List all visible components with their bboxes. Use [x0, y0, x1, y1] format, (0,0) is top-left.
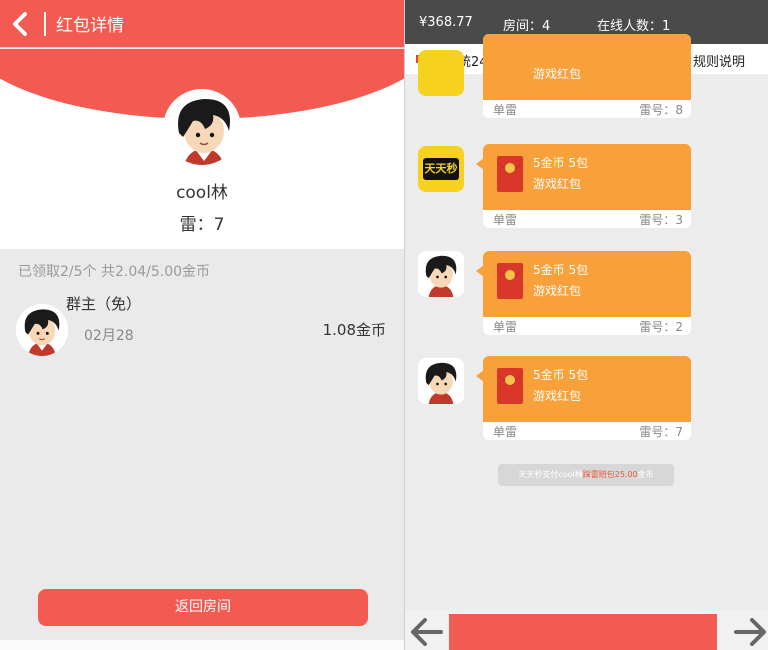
system-message: 天天秒支付cool林踩雷赔包25.00金币 [498, 464, 674, 486]
chat-message: 5金币 5包 游戏红包 单雷 雷号：7 [405, 356, 768, 446]
claim-date: 02月28 [84, 328, 134, 344]
packet-amount: 5金币 5包 [533, 156, 589, 170]
packet-type: 游戏红包 [533, 284, 582, 298]
page-title: 红包详情 [56, 16, 124, 36]
room-number: 房间：4 [503, 19, 551, 34]
packet-type: 游戏红包 [533, 177, 582, 191]
arrow-right-icon[interactable] [734, 618, 766, 646]
tiantian-logo-icon: 天天秒 [418, 146, 464, 192]
sender-avatar [163, 89, 241, 167]
cartoon-avatar-icon [16, 304, 68, 356]
bottom-strip [0, 640, 404, 650]
system-message-highlight: 踩雷赔包25.00 [582, 470, 638, 479]
balance: ¥368.77 [419, 15, 473, 30]
mine-number-label: 雷号：2 [639, 320, 683, 334]
mine-number-label: 雷号：7 [639, 425, 683, 439]
mine-number: 雷：7 [179, 215, 225, 235]
claim-amount: 1.08金币 [322, 321, 386, 339]
claim-summary: 已领取2/5个 共2.04/5.00金币 [18, 264, 211, 280]
chat-message: 游戏红包 单雷 雷号：8 [405, 34, 768, 124]
claim-record-row[interactable]: 群主（免） 02月28 1.08金币 [0, 290, 404, 360]
packet-type: 游戏红包 [533, 389, 582, 403]
room-chat-screen: ¥368.77 房间：4 在线人数：1 系统24小时在线自动充值，提现。 i 规… [405, 0, 768, 650]
claimer-name: 群主（免） [66, 295, 142, 313]
red-envelope-icon [497, 368, 523, 404]
mine-number-label: 雷号：8 [639, 103, 683, 117]
bottom-banner [449, 614, 717, 650]
packet-type: 游戏红包 [533, 67, 582, 81]
packet-amount: 5金币 5包 [533, 263, 589, 277]
red-packet-bubble[interactable]: 游戏红包 单雷 雷号：8 [483, 34, 691, 118]
bubble-body [483, 34, 691, 100]
online-count: 在线人数：1 [597, 19, 671, 34]
chat-message: 天天秒 5金币 5包 游戏红包 单雷 雷号：3 [405, 144, 768, 234]
header-bar: 红包详情 [0, 0, 404, 48]
cartoon-avatar-icon [418, 251, 464, 297]
arrow-left-icon[interactable] [411, 618, 443, 646]
logo-text: 天天秒 [423, 158, 459, 180]
cartoon-avatar-icon [165, 91, 239, 165]
claimer-avatar [16, 304, 68, 356]
red-packet-bubble[interactable]: 5金币 5包 游戏红包 单雷 雷号：7 [483, 356, 691, 440]
red-packet-bubble[interactable]: 5金币 5包 游戏红包 单雷 雷号：2 [483, 251, 691, 335]
red-packet-bubble[interactable]: 5金币 5包 游戏红包 单雷 雷号：3 [483, 144, 691, 228]
chevron-left-icon [13, 12, 27, 36]
cartoon-avatar-icon [418, 358, 464, 404]
mine-mode: 单雷 [493, 425, 518, 439]
chat-message: 5金币 5包 游戏红包 单雷 雷号：2 [405, 251, 768, 341]
return-room-button[interactable]: 返回房间 [38, 589, 368, 626]
game-logo-icon [418, 50, 464, 96]
mine-mode: 单雷 [493, 213, 518, 227]
mine-number-label: 雷号：3 [639, 213, 683, 227]
mine-mode: 单雷 [493, 320, 518, 334]
mine-mode: 单雷 [493, 103, 518, 117]
sender-card: cool林 雷：7 [0, 49, 404, 249]
red-packet-detail-screen: 红包详情 cool林 雷：7 已领取2/5个 共2.04/5.00金币 群主（免… [0, 0, 404, 650]
packet-amount: 5金币 5包 [533, 368, 589, 382]
back-button[interactable] [10, 12, 32, 36]
system-message-prefix: 天天秒支付cool林 [518, 470, 583, 479]
header-divider [44, 12, 46, 36]
sender-name: cool林 [176, 183, 228, 203]
red-envelope-icon [497, 156, 523, 192]
screen: 红包详情 cool林 雷：7 已领取2/5个 共2.04/5.00金币 群主（免… [0, 0, 768, 650]
red-envelope-icon [497, 263, 523, 299]
bottom-nav [405, 610, 768, 650]
system-message-suffix: 金币 [637, 470, 654, 479]
